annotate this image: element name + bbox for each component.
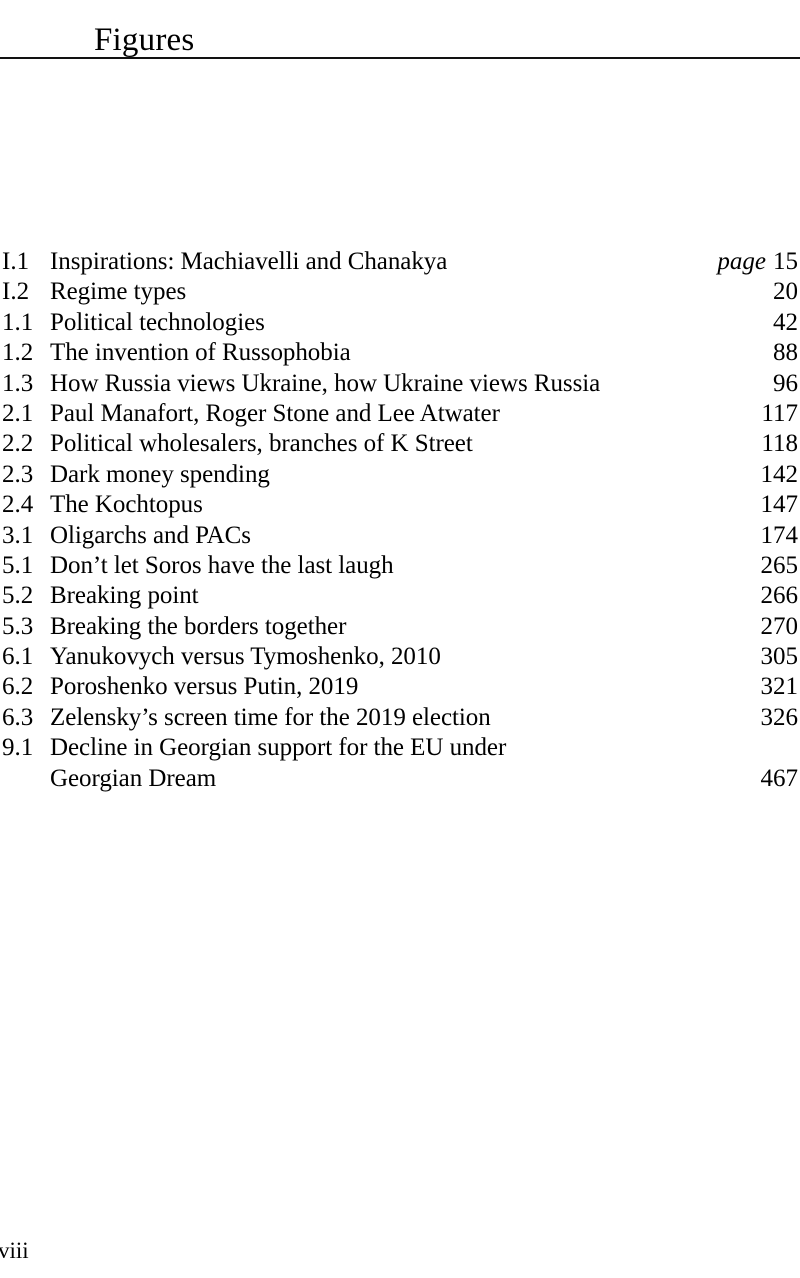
figure-number: 6.2 <box>2 673 34 701</box>
figure-entry[interactable]: 2.2 Political wholesalers, branches of K … <box>0 429 800 459</box>
figure-number: 2.3 <box>2 460 34 488</box>
figure-page-number-cell: 321 <box>761 672 799 702</box>
heading-divider <box>0 57 800 59</box>
figure-number: 6.3 <box>2 703 34 731</box>
figure-entry[interactable]: 5.3 Breaking the borders together 270 <box>0 612 800 642</box>
figure-title: Political technologies <box>50 308 265 336</box>
figure-entry[interactable]: 6.1 Yanukovych versus Tymoshenko, 2010 305 <box>0 642 800 672</box>
figure-page-number-cell: 174 <box>761 521 799 551</box>
page-folio: viii <box>0 1238 29 1263</box>
figure-title: Don’t let Soros have the last laugh <box>50 551 394 579</box>
figure-page-number: 265 <box>760 551 799 579</box>
figure-title: Breaking point <box>50 582 199 610</box>
figure-page-number-cell: 118 <box>761 429 798 459</box>
figure-title: Breaking the borders together <box>50 612 347 640</box>
figure-page-number-cell: page 15 <box>717 247 798 277</box>
figure-page-number: 266 <box>760 582 799 610</box>
figure-page-number: 147 <box>760 491 799 519</box>
figure-number: 5.3 <box>2 612 34 640</box>
figure-number: 1.2 <box>2 339 34 367</box>
figure-title: Decline in Georgian support for the EU u… <box>50 734 507 762</box>
figure-title: Poroshenko versus Putin, 2019 <box>50 673 359 701</box>
figure-title: The Kochtopus <box>50 491 203 519</box>
figure-title: Political wholesalers, branches of K Str… <box>50 430 473 458</box>
figure-page-number-cell: 20 <box>773 277 798 307</box>
figure-number: 1.3 <box>2 369 34 397</box>
page-word-label: page <box>717 248 766 275</box>
front-matter-page: Figures I.1 Inspirations: Machiavelli and… <box>0 0 800 1278</box>
figure-page-number: 142 <box>760 460 799 488</box>
figure-page-number: 321 <box>760 673 799 701</box>
figure-number: I.1 <box>2 248 30 275</box>
figure-page-number-cell: 305 <box>761 642 799 672</box>
figure-page-number: 467 <box>760 764 799 792</box>
figure-entry[interactable]: 2.3 Dark money spending 142 <box>0 460 800 490</box>
figure-page-number: 96 <box>773 369 798 397</box>
figure-title: Zelensky’s screen time for the 2019 elec… <box>50 703 491 731</box>
figure-number: 1.1 <box>2 308 34 336</box>
figure-page-number-cell: 266 <box>761 581 799 611</box>
list-of-figures: I.1 Inspirations: Machiavelli and Chanaky… <box>0 247 800 794</box>
figure-title: Regime types <box>50 278 187 306</box>
figure-entry[interactable]: 5.2 Breaking point 266 <box>0 581 800 611</box>
figure-number: 2.4 <box>2 491 34 519</box>
figure-title: Inspirations: Machiavelli and Chanakya <box>50 248 448 275</box>
figure-page-number: 270 <box>760 612 799 640</box>
figure-page-number-cell: 270 <box>761 612 799 642</box>
figure-entry[interactable]: 9.1 Decline in Georgian support for the E… <box>0 733 800 763</box>
figure-entry[interactable]: 1.1 Political technologies 42 <box>0 308 800 338</box>
figure-title-continuation: Georgian Dream <box>50 764 217 792</box>
figure-number: 2.2 <box>2 430 34 458</box>
figure-title: The invention of Russophobia <box>50 339 351 367</box>
figure-number: 6.1 <box>2 643 34 671</box>
figure-entry[interactable]: 5.1 Don’t let Soros have the last laugh 26… <box>0 551 800 581</box>
figure-page-number-cell: 142 <box>761 460 799 490</box>
figure-page-number-cell: 88 <box>773 338 798 368</box>
figure-number: 5.2 <box>2 582 34 610</box>
figure-page-number-cell: 42 <box>773 308 798 338</box>
figure-title: Yanukovych versus Tymoshenko, 2010 <box>50 643 441 671</box>
figure-page-number: 88 <box>773 339 798 367</box>
page-title: Figures <box>94 22 195 59</box>
figure-entry[interactable]: 1.2 The invention of Russophobia 88 <box>0 338 800 368</box>
figure-page-number: 305 <box>760 643 799 671</box>
figure-page-number: 15 <box>773 248 798 275</box>
figure-entry[interactable]: 6.3 Zelensky’s screen time for the 2019 e… <box>0 703 800 733</box>
figure-title: Dark money spending <box>50 460 270 488</box>
figure-page-number-cell: 265 <box>761 551 799 581</box>
figure-page-number: 42 <box>773 308 798 336</box>
figure-title: Paul Manafort, Roger Stone and Lee Atwat… <box>50 399 500 427</box>
figure-page-number: 117 <box>761 399 798 427</box>
figure-title: Oligarchs and PACs <box>50 521 251 549</box>
figure-page-number: 20 <box>773 278 798 306</box>
figure-entry[interactable]: 3.1 Oligarchs and PACs 174 <box>0 521 800 551</box>
figure-entry[interactable]: I.1 Inspirations: Machiavelli and Chanaky… <box>0 247 800 277</box>
figure-page-number-cell: 326 <box>761 703 799 733</box>
figure-number: 9.1 <box>2 734 34 762</box>
figure-page-number: 174 <box>760 521 799 549</box>
figure-page-number-cell: 147 <box>761 490 799 520</box>
figure-number: 3.1 <box>2 521 34 549</box>
figure-entry[interactable]: 6.2 Poroshenko versus Putin, 2019 321 <box>0 672 800 702</box>
figure-entry[interactable]: I.2 Regime types 20 <box>0 277 800 307</box>
figure-number: 2.1 <box>2 399 34 427</box>
figure-title: How Russia views Ukraine, how Ukraine vi… <box>50 369 601 397</box>
figure-entry[interactable]: 1.3 How Russia views Ukraine, how Ukraine… <box>0 369 800 399</box>
figure-page-number-cell: 117 <box>761 399 798 429</box>
figure-page-number: 326 <box>760 703 799 731</box>
figure-number: I.2 <box>2 278 30 306</box>
figure-entry[interactable]: Georgian Dream 467 <box>0 764 800 794</box>
figure-page-number: 118 <box>761 430 798 458</box>
figure-entry[interactable]: 2.4 The Kochtopus 147 <box>0 490 800 520</box>
figure-number: 5.1 <box>2 551 34 579</box>
figure-entry[interactable]: 2.1 Paul Manafort, Roger Stone and Lee At… <box>0 399 800 429</box>
figure-page-number-cell: 96 <box>773 369 798 399</box>
figure-page-number-cell: 467 <box>761 764 799 794</box>
